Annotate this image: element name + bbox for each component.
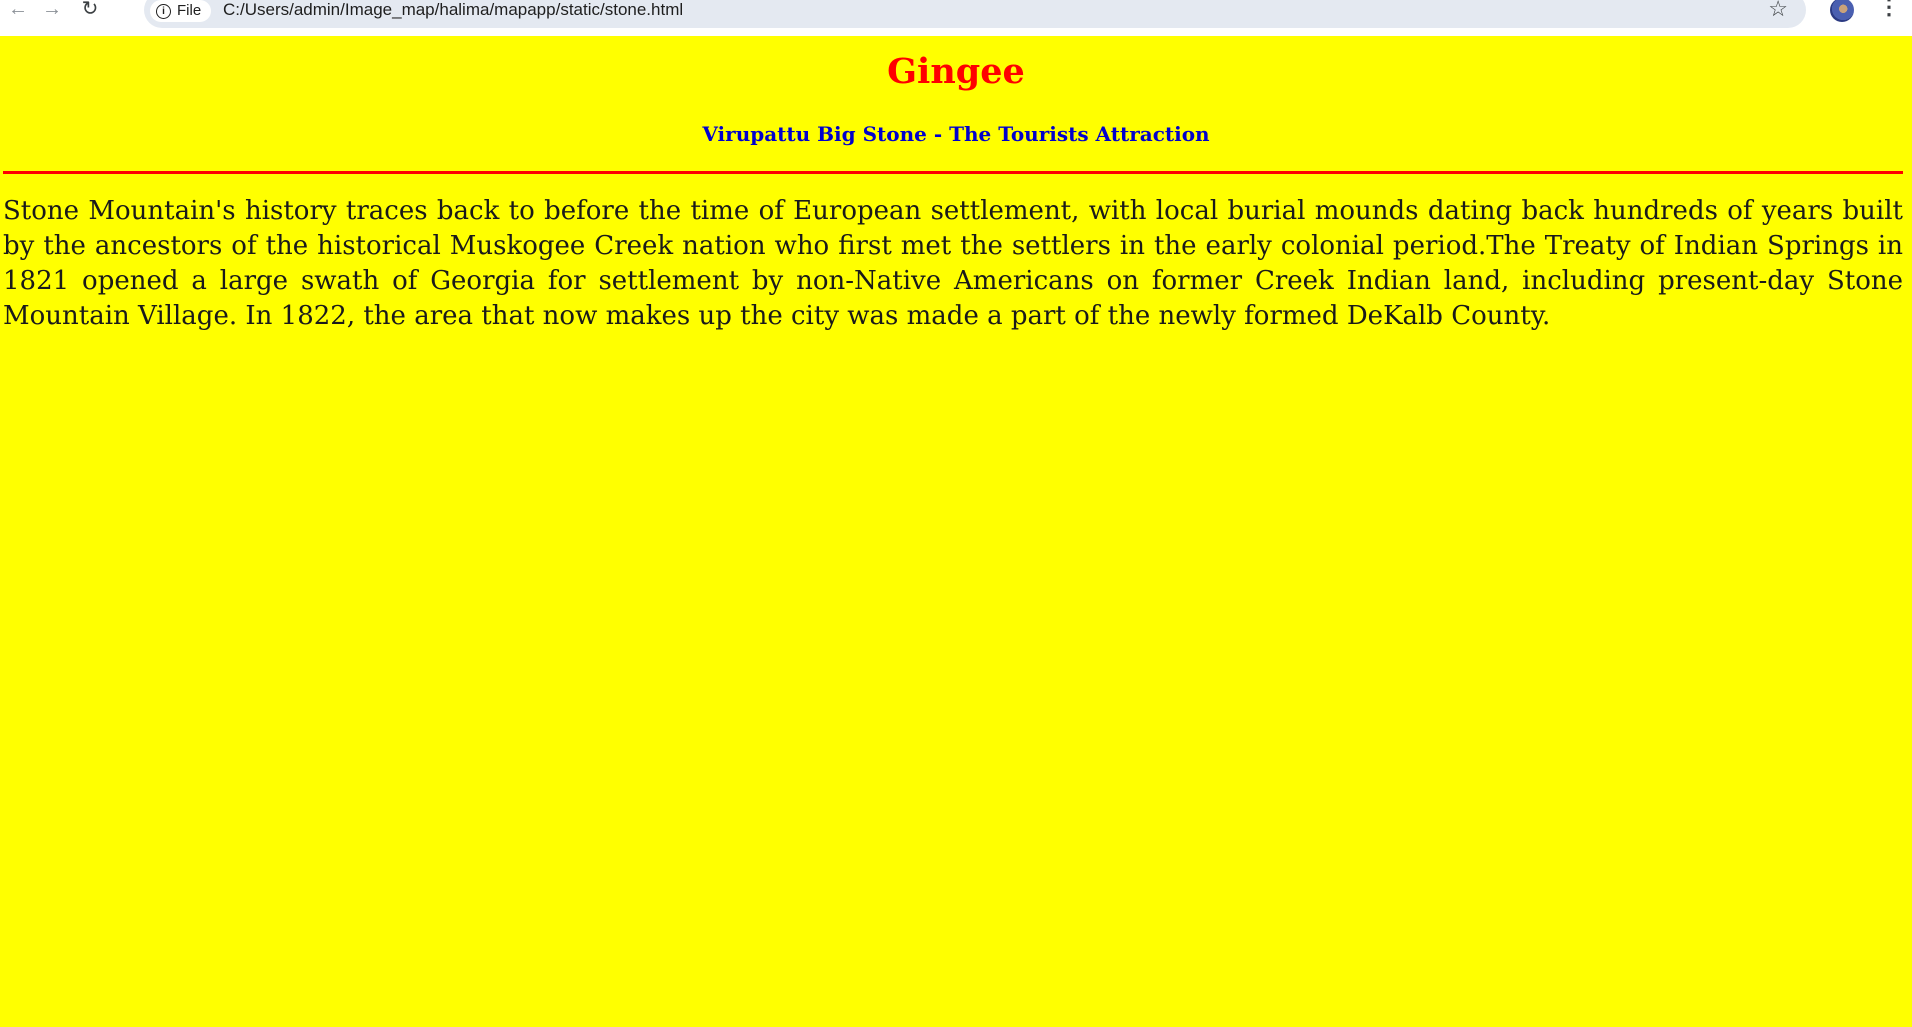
profile-avatar[interactable] <box>1830 0 1854 22</box>
page-content: Gingee Virupattu Big Stone - The Tourist… <box>0 36 1912 1027</box>
page-subtitle: Virupattu Big Stone - The Tourists Attra… <box>702 122 1210 146</box>
reload-icon[interactable]: ↻ <box>76 0 104 22</box>
address-bar[interactable]: i File C:/Users/admin/Image_map/halima/m… <box>144 0 1806 28</box>
back-arrow-icon[interactable]: ← <box>4 0 32 22</box>
url-text[interactable]: C:/Users/admin/Image_map/halima/mapapp/s… <box>223 0 683 20</box>
history-paragraph: Stone Mountain's history traces back to … <box>3 196 1903 331</box>
forward-arrow-icon[interactable]: → <box>38 0 66 22</box>
page-title: Gingee <box>887 51 1025 92</box>
site-info-chip[interactable]: i File <box>150 0 212 22</box>
more-menu-icon[interactable]: ⋮ <box>1878 0 1900 18</box>
horizontal-rule <box>3 171 1903 174</box>
info-icon: i <box>156 3 171 19</box>
bookmark-star-icon[interactable]: ☆ <box>1768 0 1788 20</box>
browser-toolbar: ← → ↻ i File C:/Users/admin/Image_map/ha… <box>0 0 1912 36</box>
site-chip-label: File <box>177 2 202 19</box>
